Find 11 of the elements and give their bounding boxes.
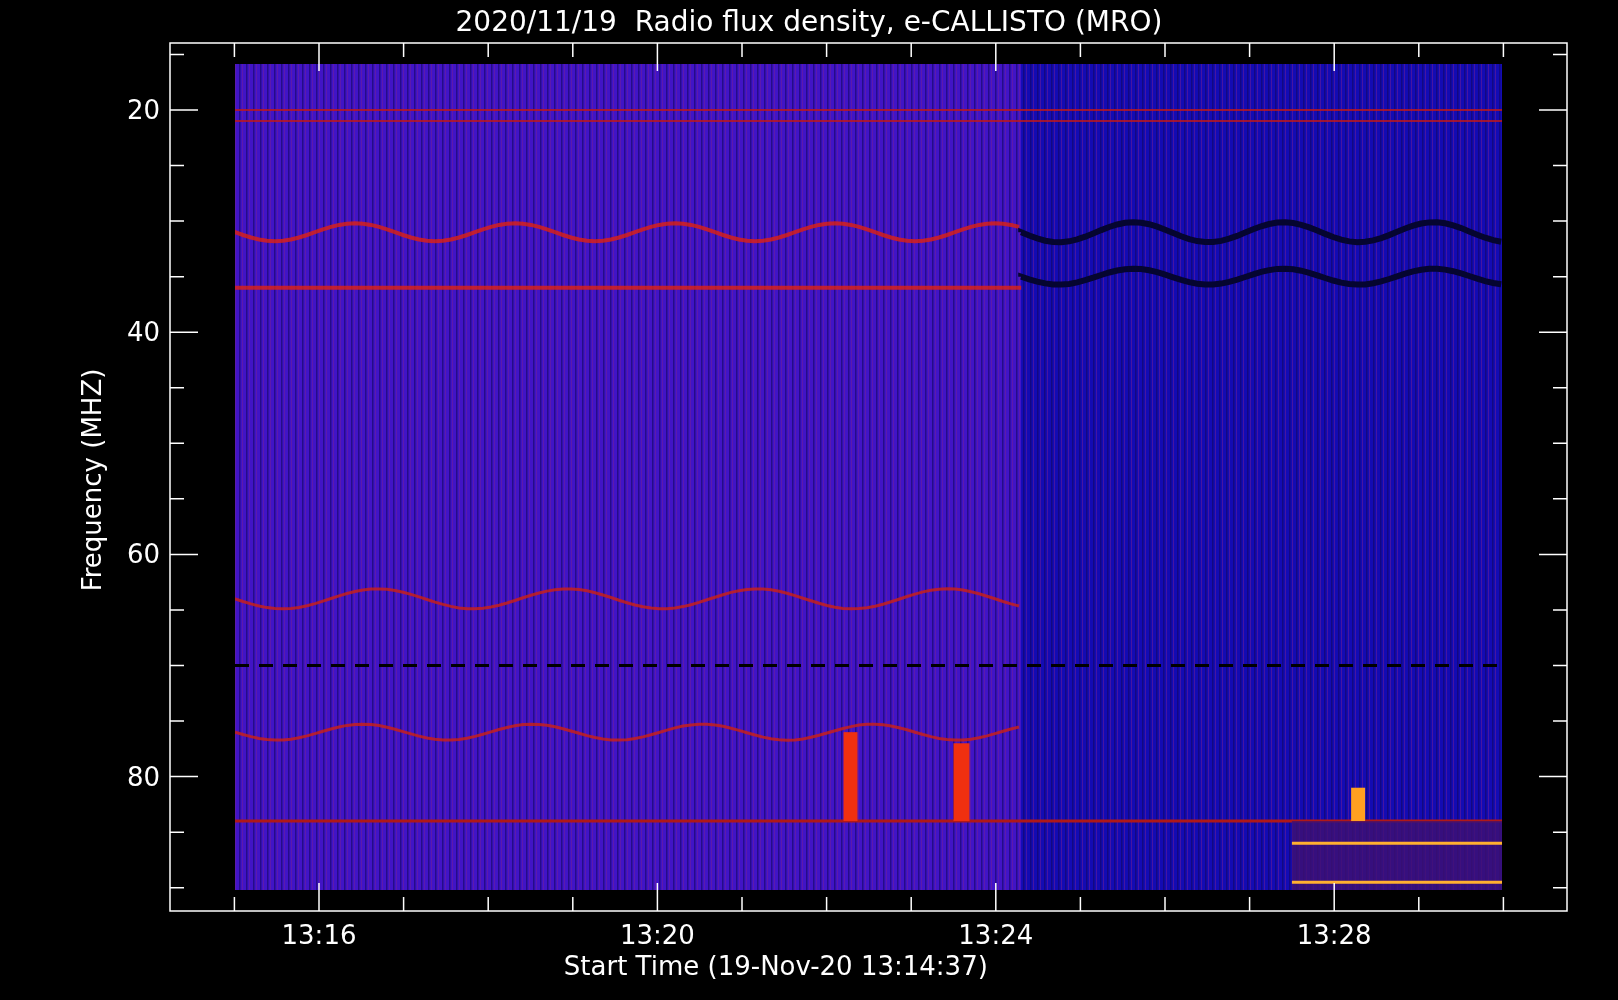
axis-label: Frequency (MHZ) [77,368,107,592]
tick-label: 40 [126,317,160,348]
tick-label: 13:28 [1296,920,1372,950]
chart-title: 2020/11/19 Radio flux density, e-CALLISTO (MRO) [455,5,1163,38]
axis-label: Start Time (19-Nov-20 13:14:37) [563,951,988,981]
tick-label: 13:24 [958,920,1034,950]
tick-label: 13:20 [619,920,695,950]
tick-label: 80 [126,761,160,792]
tick-label: 60 [126,539,160,570]
tick-label: 13:16 [281,920,357,950]
tick-label: 20 [126,95,160,125]
